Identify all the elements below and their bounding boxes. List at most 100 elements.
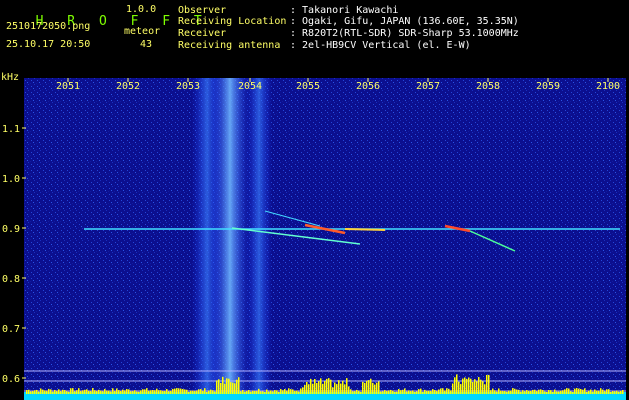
signal-bar <box>194 391 196 394</box>
signal-bar <box>394 391 396 394</box>
signal-bar <box>224 383 226 394</box>
y-ticks: 1.1 1.0 0.9 0.8 0.7 0.6 <box>2 124 26 385</box>
signal-bar <box>500 390 502 394</box>
signal-bar <box>222 376 224 394</box>
signal-bar <box>270 390 272 394</box>
signal-bar <box>324 380 326 394</box>
x-tick-label: 2051 <box>56 81 80 92</box>
signal-bar <box>56 391 58 394</box>
signal-bar <box>534 389 536 394</box>
y-tick-label: 1.0 <box>2 174 20 185</box>
signal-bar <box>512 388 514 394</box>
signal-bar <box>264 391 266 394</box>
signal-bar <box>28 389 30 394</box>
signal-bar <box>526 390 528 394</box>
signal-bar <box>326 378 328 394</box>
signal-bar <box>458 381 460 394</box>
signal-bar <box>144 389 146 394</box>
signal-bar <box>412 390 414 394</box>
signal-bar <box>30 391 32 394</box>
signal-bar <box>616 390 618 394</box>
signal-bar <box>182 389 184 394</box>
signal-bar <box>266 389 268 394</box>
signal-bar <box>568 388 570 394</box>
signal-bar <box>132 391 134 394</box>
signal-bar <box>444 390 446 394</box>
signal-bar <box>382 391 384 394</box>
signal-bar <box>396 391 398 394</box>
signal-bar <box>566 388 568 394</box>
signal-bar <box>44 390 46 394</box>
signal-bar <box>256 390 258 394</box>
signal-bar <box>124 390 126 394</box>
signal-bar <box>46 390 48 394</box>
signal-bar <box>474 379 476 394</box>
signal-bar <box>242 390 244 394</box>
signal-bar <box>288 388 290 394</box>
signal-bar <box>190 390 192 394</box>
signal-bar <box>322 383 324 394</box>
signal-bar <box>170 390 172 394</box>
signal-bar <box>234 383 236 394</box>
signal-bar <box>62 389 64 394</box>
signal-bar <box>52 391 54 394</box>
signal-bar <box>250 391 252 394</box>
signal-bar <box>100 390 102 394</box>
signal-bar <box>248 390 250 394</box>
signal-bar <box>76 390 78 394</box>
signal-bar <box>620 390 622 394</box>
signal-bar <box>546 391 548 394</box>
signal-bar <box>138 391 140 394</box>
signal-bar <box>350 389 352 394</box>
signal-bar <box>420 388 422 394</box>
signal-bar <box>468 377 470 394</box>
signal-bar <box>478 377 480 394</box>
signal-bar <box>316 383 318 394</box>
signal-bar <box>178 388 180 394</box>
signal-bar <box>464 377 466 394</box>
signal-bar <box>112 388 114 394</box>
signal-bar <box>230 382 232 394</box>
signal-bar <box>450 390 452 394</box>
signal-bar <box>54 390 56 394</box>
signal-bar <box>388 390 390 394</box>
signal-bar <box>196 390 198 394</box>
signal-bar <box>68 391 70 394</box>
signal-bar <box>58 389 60 394</box>
signal-bar <box>104 388 106 394</box>
signal-bar <box>60 391 62 394</box>
signal-bar <box>472 381 474 394</box>
signal-bar <box>360 391 362 394</box>
signal-bar <box>342 380 344 394</box>
signal-bar <box>530 391 532 394</box>
signal-bar <box>602 389 604 394</box>
signal-bar <box>64 390 66 394</box>
signal-bar <box>32 391 34 394</box>
signal-bar <box>536 391 538 394</box>
signal-bar <box>544 391 546 394</box>
signal-bar <box>116 388 118 394</box>
signal-bar <box>596 390 598 394</box>
signal-bar <box>518 389 520 394</box>
signal-bar <box>610 391 612 394</box>
signal-bar <box>340 383 342 394</box>
signal-bar <box>304 384 306 394</box>
signal-bar <box>94 390 96 394</box>
signal-bar <box>392 390 394 394</box>
signal-bar <box>42 389 44 394</box>
signal-bar <box>66 391 68 394</box>
signal-bar <box>608 389 610 394</box>
noise-band <box>246 78 272 396</box>
signal-bar <box>192 390 194 394</box>
signal-bar <box>166 389 168 394</box>
signal-bar <box>220 382 222 394</box>
signal-bar <box>292 389 294 394</box>
signal-bar <box>130 391 132 394</box>
x-tick-label: 2054 <box>238 81 262 92</box>
signal-bar <box>436 391 438 394</box>
signal-bar <box>186 389 188 394</box>
signal-bar <box>494 390 496 394</box>
x-tick-label: 2057 <box>416 81 440 92</box>
signal-bar <box>146 388 148 394</box>
signal-bar <box>408 390 410 394</box>
